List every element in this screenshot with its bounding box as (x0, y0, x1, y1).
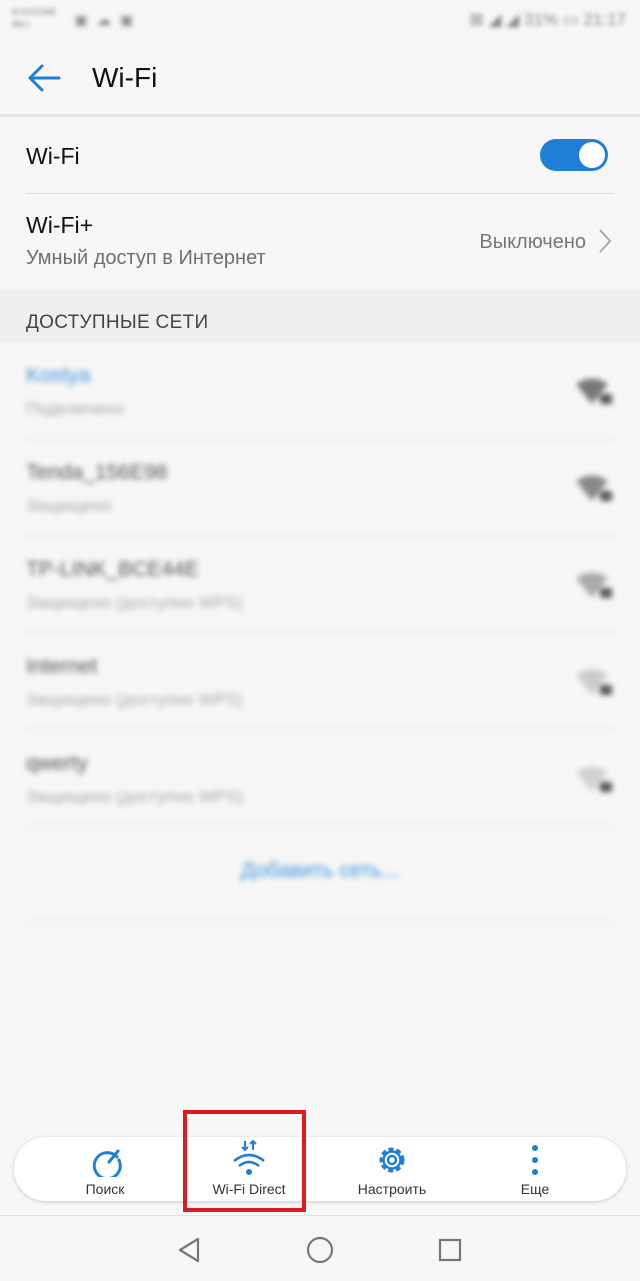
network-name: qwerty (26, 752, 88, 775)
more-button[interactable]: Еще (460, 1137, 610, 1201)
back-arrow-icon (28, 64, 61, 92)
status-bar: KYIVSTAR life:) ▣ ☁ ▣ ⊠ ◢ ◢ 31% ▭ 21:17 (0, 0, 640, 40)
network-item[interactable]: Internet Защищено (доступно WPS) (0, 633, 640, 730)
circle-home-icon (306, 1236, 334, 1264)
triangle-back-icon (178, 1237, 200, 1263)
square-recents-icon (438, 1238, 462, 1262)
network-status: Подключено (26, 399, 125, 418)
network-list: Kostya Подключено Tenda_156E98 Защищено … (0, 342, 640, 923)
network-item[interactable]: qwerty Защищено (доступно WPS) (0, 730, 640, 827)
wifi-locked-signal-icon (576, 475, 612, 501)
network-name: Kostya (26, 364, 91, 387)
carrier-line-1: KYIVSTAR (12, 7, 56, 17)
refresh-icon (92, 1149, 122, 1177)
status-indicators: ⊠ ◢ ◢ 31% ▭ 21:17 (469, 10, 626, 29)
nav-home-button[interactable] (302, 1232, 338, 1268)
section-label: ДОСТУПНЫЕ СЕТИ (26, 312, 209, 333)
app-bar-divider (0, 114, 640, 117)
wifi-locked-signal-icon (576, 669, 612, 695)
network-item[interactable]: TP-LINK_BCE44E Защищено (доступно WPS) (0, 536, 640, 633)
wifi-locked-signal-icon (576, 572, 612, 598)
network-status: Защищено (доступно WPS) (26, 593, 244, 612)
network-name: Internet (26, 655, 98, 678)
network-status: Защищено (26, 496, 112, 515)
system-nav-bar (0, 1215, 640, 1281)
toggle-knob (579, 142, 605, 168)
carrier-line-2: life:) (12, 19, 30, 29)
more-vertical-icon (532, 1145, 538, 1175)
bottom-action-bar: Поиск Wi-Fi Direct Настроить Еще (14, 1137, 626, 1201)
configure-label: Настроить (357, 1181, 427, 1197)
wifi-locked-signal-icon (576, 378, 612, 404)
wifi-plus-value: Выключено (479, 231, 586, 253)
network-status: Защищено (доступно WPS) (26, 690, 244, 709)
nav-recents-button[interactable] (432, 1232, 468, 1268)
wifi-label: Wi-Fi (26, 143, 80, 169)
wifi-locked-signal-icon (576, 766, 612, 792)
network-item[interactable]: Kostya Подключено (0, 342, 640, 439)
network-name: Tenda_156E98 (26, 461, 168, 484)
divider (26, 193, 614, 194)
divider (26, 922, 614, 923)
more-label: Еще (520, 1181, 550, 1197)
app-bar: Wi-Fi (0, 40, 640, 114)
search-label: Поиск (85, 1181, 125, 1197)
chevron-right-icon (598, 228, 612, 259)
add-network-label: Добавить сеть... (240, 859, 400, 882)
search-button[interactable]: Поиск (30, 1137, 180, 1201)
notification-icons: ▣ ☁ ▣ (74, 12, 136, 29)
add-network-button[interactable]: Добавить сеть... (0, 827, 640, 923)
wifi-toggle-row[interactable]: Wi-Fi (26, 118, 614, 193)
carrier-info: KYIVSTAR life:) (12, 6, 56, 30)
network-name: TP-LINK_BCE44E (26, 558, 199, 581)
gear-icon (379, 1147, 405, 1173)
back-button[interactable] (22, 58, 66, 98)
configure-button[interactable]: Настроить (317, 1137, 467, 1201)
available-networks-header: ДОСТУПНЫЕ СЕТИ (0, 290, 640, 342)
page-title: Wi-Fi (92, 62, 158, 93)
network-item[interactable]: Tenda_156E98 Защищено (0, 439, 640, 536)
network-status: Защищено (доступно WPS) (26, 787, 244, 806)
highlight-box (183, 1110, 306, 1212)
nav-back-button[interactable] (172, 1232, 208, 1268)
wifi-toggle-switch[interactable] (540, 139, 608, 171)
